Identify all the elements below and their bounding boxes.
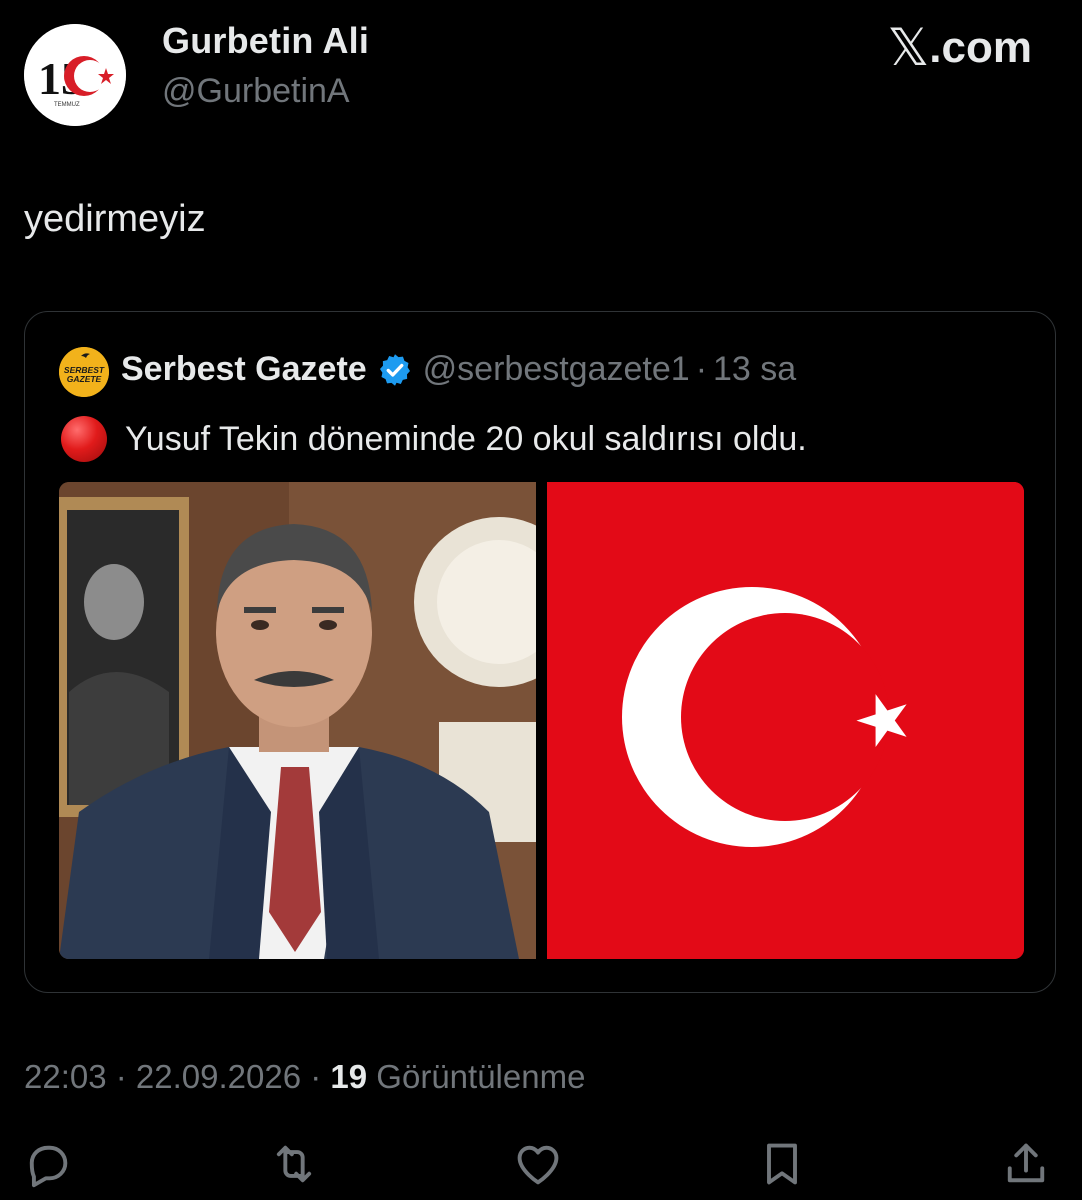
quoted-author-handle[interactable]: @serbestgazete1 <box>423 350 690 389</box>
quoted-media-person-photo[interactable] <box>59 482 536 959</box>
red-circle-icon <box>61 416 107 462</box>
reply-button[interactable] <box>22 1138 74 1190</box>
like-button[interactable] <box>512 1138 564 1190</box>
share-button[interactable] <box>1000 1138 1052 1190</box>
share-icon <box>1007 1143 1045 1183</box>
quoted-author-name[interactable]: Serbest Gazete <box>121 350 367 389</box>
quoted-media-flag[interactable] <box>547 482 1024 959</box>
tweet-date[interactable]: 22.09.2026 <box>136 1058 301 1095</box>
quoted-tweet-text: Yusuf Tekin döneminde 20 okul saldırısı … <box>61 416 807 462</box>
tweet-meta: 22:03 · 22.09.2026 · 19 Görüntülenme <box>24 1058 585 1096</box>
x-com-logo: 𝕏 .com <box>887 18 1032 78</box>
verified-badge-icon <box>379 353 410 386</box>
bookmark-button[interactable] <box>756 1138 808 1190</box>
repost-button[interactable] <box>268 1138 320 1190</box>
turkish-flag-icon <box>547 482 1024 959</box>
svg-text:TEMMUZ: TEMMUZ <box>54 102 80 108</box>
tweet-time[interactable]: 22:03 <box>24 1058 107 1095</box>
views-count[interactable]: 19 <box>330 1058 367 1095</box>
tweet-action-bar <box>0 1138 1082 1194</box>
author-avatar[interactable]: 15 TEMMUZ <box>24 24 126 126</box>
meta-separator: · <box>301 1058 331 1095</box>
bookmark-icon <box>767 1143 797 1185</box>
author-display-name[interactable]: Gurbetin Ali <box>162 20 369 62</box>
tweet-text: yedirmeyiz <box>24 198 206 240</box>
quoted-tweet-card[interactable]: SERBEST GAZETE Serbest Gazete @serbestga… <box>24 311 1056 993</box>
like-icon <box>517 1145 559 1185</box>
quoted-tweet-header: Serbest Gazete @serbestgazete1 · 13 sa <box>121 350 796 389</box>
author-handle[interactable]: @GurbetinA <box>162 72 350 111</box>
header-separator: · <box>695 350 708 388</box>
serbest-gazete-logo-icon: SERBEST GAZETE <box>59 347 109 397</box>
svg-text:GAZETE: GAZETE <box>67 374 102 384</box>
meta-separator: · <box>106 1058 136 1095</box>
x-logo-text: .com <box>929 23 1032 72</box>
repost-icon <box>276 1145 312 1183</box>
views-label[interactable]: Görüntülenme <box>367 1058 585 1095</box>
quoted-tweet-time[interactable]: 13 sa <box>713 350 796 389</box>
person-photo-icon <box>59 482 536 959</box>
quoted-author-avatar[interactable]: SERBEST GAZETE <box>59 347 109 397</box>
x-logo-icon: 𝕏 <box>887 19 929 77</box>
15-temmuz-logo-icon: 15 TEMMUZ <box>24 24 126 126</box>
quoted-tweet-body: Yusuf Tekin döneminde 20 okul saldırısı … <box>125 419 807 458</box>
reply-icon <box>29 1145 68 1188</box>
